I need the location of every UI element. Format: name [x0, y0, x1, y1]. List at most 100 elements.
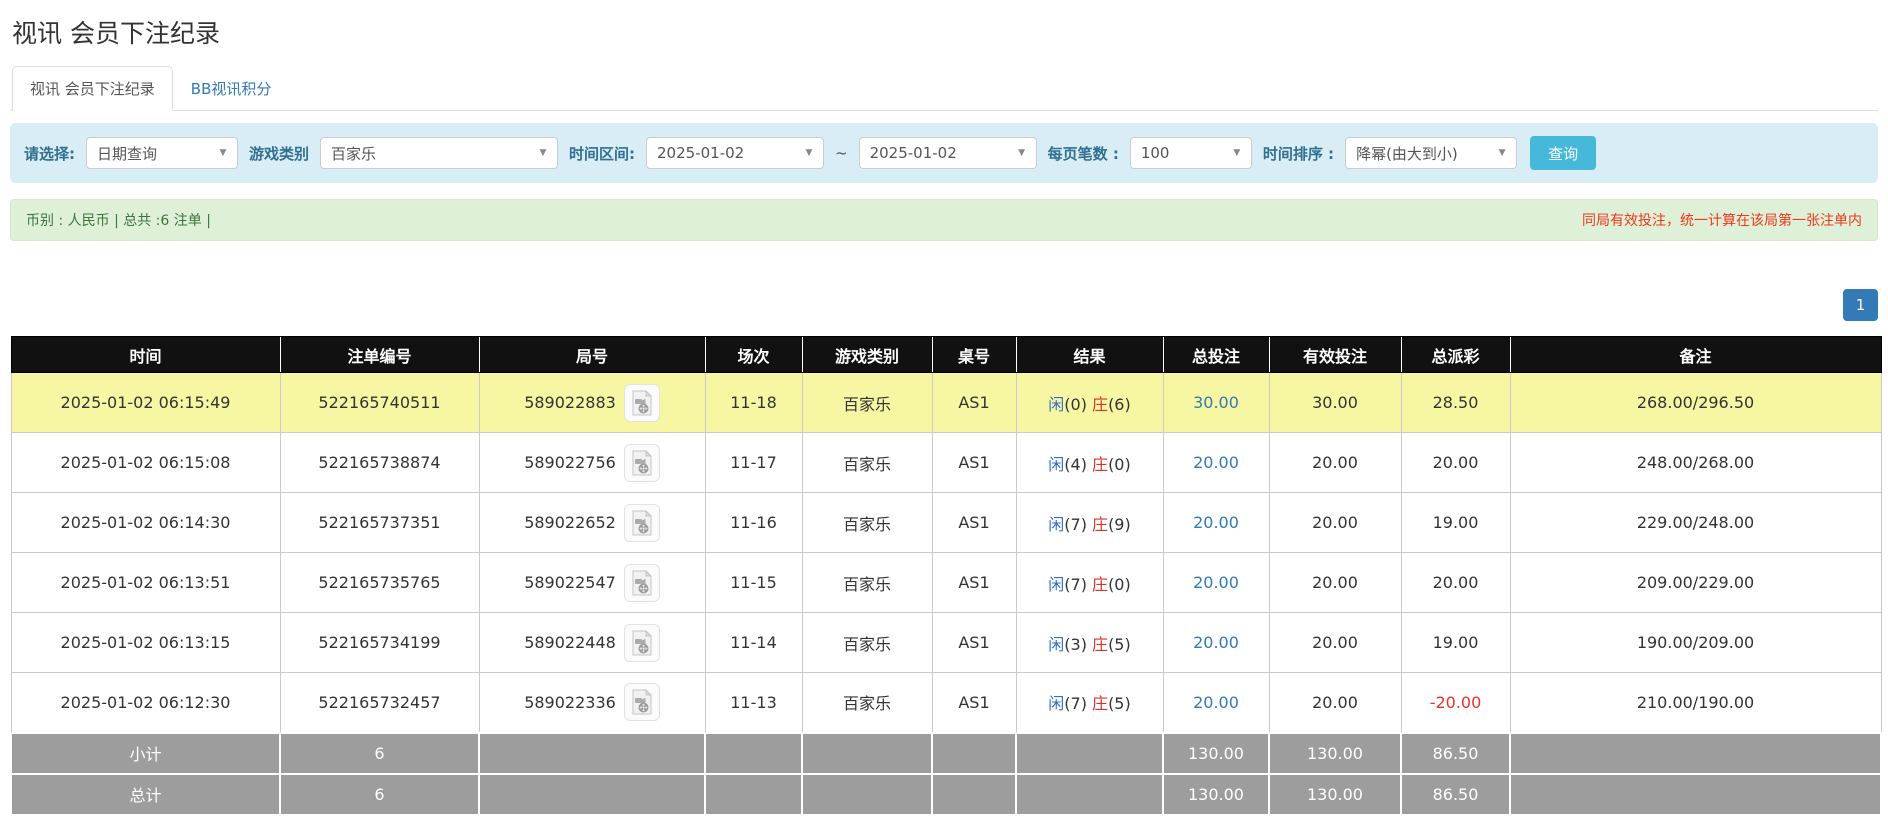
player-result: 闲	[1048, 455, 1064, 474]
total-bet-link[interactable]: 30.00	[1193, 393, 1239, 412]
video-record-icon	[631, 570, 653, 596]
round-id-cell: 589022652	[479, 493, 705, 553]
bet-id-cell: 522165737351	[280, 493, 479, 553]
player-result: 闲	[1048, 635, 1064, 654]
table-footer: 小计6130.00130.0086.50总计6130.00130.0086.50	[11, 733, 1881, 815]
bet-id-cell: 522165738874	[280, 433, 479, 493]
chevron-down-icon: ▼	[1008, 148, 1036, 158]
bet-id-cell: 522165734199	[280, 613, 479, 673]
session-cell: 11-13	[705, 673, 802, 733]
session-cell: 11-18	[705, 373, 802, 433]
footer-valid-bet-cell: 130.00	[1269, 733, 1401, 774]
payout-cell: 19.00	[1401, 493, 1510, 553]
time-cell: 2025-01-02 06:13:15	[11, 613, 280, 673]
chevron-down-icon: ▼	[529, 148, 557, 158]
game-type-cell: 百家乐	[802, 613, 932, 673]
total-bet-link[interactable]: 20.00	[1193, 573, 1239, 592]
total-bet-link[interactable]: 20.00	[1193, 453, 1239, 472]
valid-bet-notice-text: 同局有效投注，统一计算在该局第一张注单内	[1582, 210, 1862, 230]
payout-cell: -20.00	[1401, 673, 1510, 733]
table-no-cell: AS1	[932, 493, 1016, 553]
table-row: 2025-01-02 06:13:15522165734199 589022448…	[11, 613, 1881, 673]
time-cell: 2025-01-02 06:13:51	[11, 553, 280, 613]
banker-result: 庄	[1092, 395, 1108, 414]
session-cell: 11-16	[705, 493, 802, 553]
note-cell: 268.00/296.50	[1510, 373, 1881, 433]
chevron-down-icon: ▼	[1488, 148, 1516, 158]
page-size-label: 每页笔数 :	[1048, 143, 1119, 164]
round-id-cell: 589022547	[479, 553, 705, 613]
video-replay-button[interactable]	[624, 683, 660, 721]
page-size-select[interactable]: 100 ▼	[1130, 137, 1252, 169]
total-bet-cell: 20.00	[1163, 433, 1269, 493]
footer-total-bet-cell: 130.00	[1163, 733, 1269, 774]
video-record-icon	[631, 390, 653, 416]
banker-result: 庄	[1092, 694, 1108, 713]
video-replay-button[interactable]	[624, 624, 660, 662]
chevron-down-icon: ▼	[795, 148, 823, 158]
game-type-cell: 百家乐	[802, 553, 932, 613]
banker-result: 庄	[1092, 455, 1108, 474]
round-id: 589022883	[524, 393, 616, 412]
total-bet-cell: 20.00	[1163, 493, 1269, 553]
time-range-label: 时间区间:	[569, 143, 635, 164]
table-footer-row: 小计6130.00130.0086.50	[11, 733, 1881, 774]
valid-bet-cell: 20.00	[1269, 553, 1401, 613]
date-range-separator: ~	[835, 144, 848, 162]
tab-bb-video-points[interactable]: BB视讯积分	[173, 66, 290, 111]
video-record-icon	[631, 689, 653, 715]
total-bet-link[interactable]: 20.00	[1193, 693, 1239, 712]
round-id: 589022652	[524, 513, 616, 532]
tab-video-bet-records[interactable]: 视讯 会员下注纪录	[12, 66, 173, 111]
video-replay-button[interactable]	[624, 384, 660, 422]
result-cell: 闲(0) 庄(6)	[1016, 373, 1163, 433]
round-id: 589022756	[524, 453, 616, 472]
filter-bar: 请选择: 日期查询 ▼ 游戏类别 百家乐 ▼ 时间区间: 2025-01-02 …	[10, 123, 1878, 183]
payout-cell: 20.00	[1401, 433, 1510, 493]
table-no-cell: AS1	[932, 433, 1016, 493]
result-cell: 闲(7) 庄(5)	[1016, 673, 1163, 733]
banker-result: 庄	[1092, 515, 1108, 534]
total-bet-link[interactable]: 20.00	[1193, 633, 1239, 652]
col-header-2: 局号	[479, 337, 705, 373]
banker-result: 庄	[1092, 635, 1108, 654]
valid-bet-cell: 20.00	[1269, 433, 1401, 493]
total-bet-link[interactable]: 20.00	[1193, 513, 1239, 532]
query-type-select[interactable]: 日期查询 ▼	[86, 137, 238, 169]
chevron-down-icon: ▼	[1223, 148, 1251, 158]
footer-total-bet-cell: 130.00	[1163, 774, 1269, 815]
col-header-9: 总派彩	[1401, 337, 1510, 373]
col-header-1: 注单编号	[280, 337, 479, 373]
col-header-0: 时间	[11, 337, 280, 373]
game-type-select[interactable]: 百家乐 ▼	[320, 137, 558, 169]
date-from-select[interactable]: 2025-01-02 ▼	[646, 137, 824, 169]
date-to-select[interactable]: 2025-01-02 ▼	[859, 137, 1037, 169]
chevron-down-icon: ▼	[209, 148, 237, 158]
footer-label-cell: 小计	[11, 733, 280, 774]
page-root: 视讯 会员下注纪录 视讯 会员下注纪录 BB视讯积分 请选择: 日期查询 ▼ 游…	[0, 0, 1888, 816]
payout-cell: 20.00	[1401, 553, 1510, 613]
summary-bar: 币别 : 人民币 | 总共 :6 注单 | 同局有效投注，统一计算在该局第一张注…	[10, 199, 1878, 241]
time-cell: 2025-01-02 06:12:30	[11, 673, 280, 733]
video-record-icon	[631, 630, 653, 656]
col-header-4: 游戏类别	[802, 337, 932, 373]
page-1-button[interactable]: 1	[1843, 289, 1878, 321]
video-replay-button[interactable]	[624, 564, 660, 602]
video-replay-button[interactable]	[624, 504, 660, 542]
time-sort-select[interactable]: 降幂(由大到小) ▼	[1345, 137, 1517, 169]
table-row: 2025-01-02 06:15:08522165738874589022756…	[11, 433, 1881, 493]
table-row: 2025-01-02 06:12:30522165732457589022336…	[11, 673, 1881, 733]
time-cell: 2025-01-02 06:14:30	[11, 493, 280, 553]
round-id-cell: 589022336	[479, 673, 705, 733]
bet-records-table: 时间注单编号局号场次游戏类别桌号结果总投注有效投注总派彩备注 2025-01-0…	[10, 336, 1882, 816]
game-type-label: 游戏类别	[249, 143, 309, 164]
query-type-label: 请选择:	[24, 143, 75, 164]
player-result: 闲	[1048, 515, 1064, 534]
round-id: 589022448	[524, 633, 616, 652]
col-header-6: 结果	[1016, 337, 1163, 373]
col-header-5: 桌号	[932, 337, 1016, 373]
table-row: 2025-01-02 06:14:30522165737351 589022652…	[11, 493, 1881, 553]
video-replay-button[interactable]	[624, 444, 660, 482]
search-button[interactable]: 查询	[1530, 136, 1596, 170]
result-cell: 闲(3) 庄(5)	[1016, 613, 1163, 673]
